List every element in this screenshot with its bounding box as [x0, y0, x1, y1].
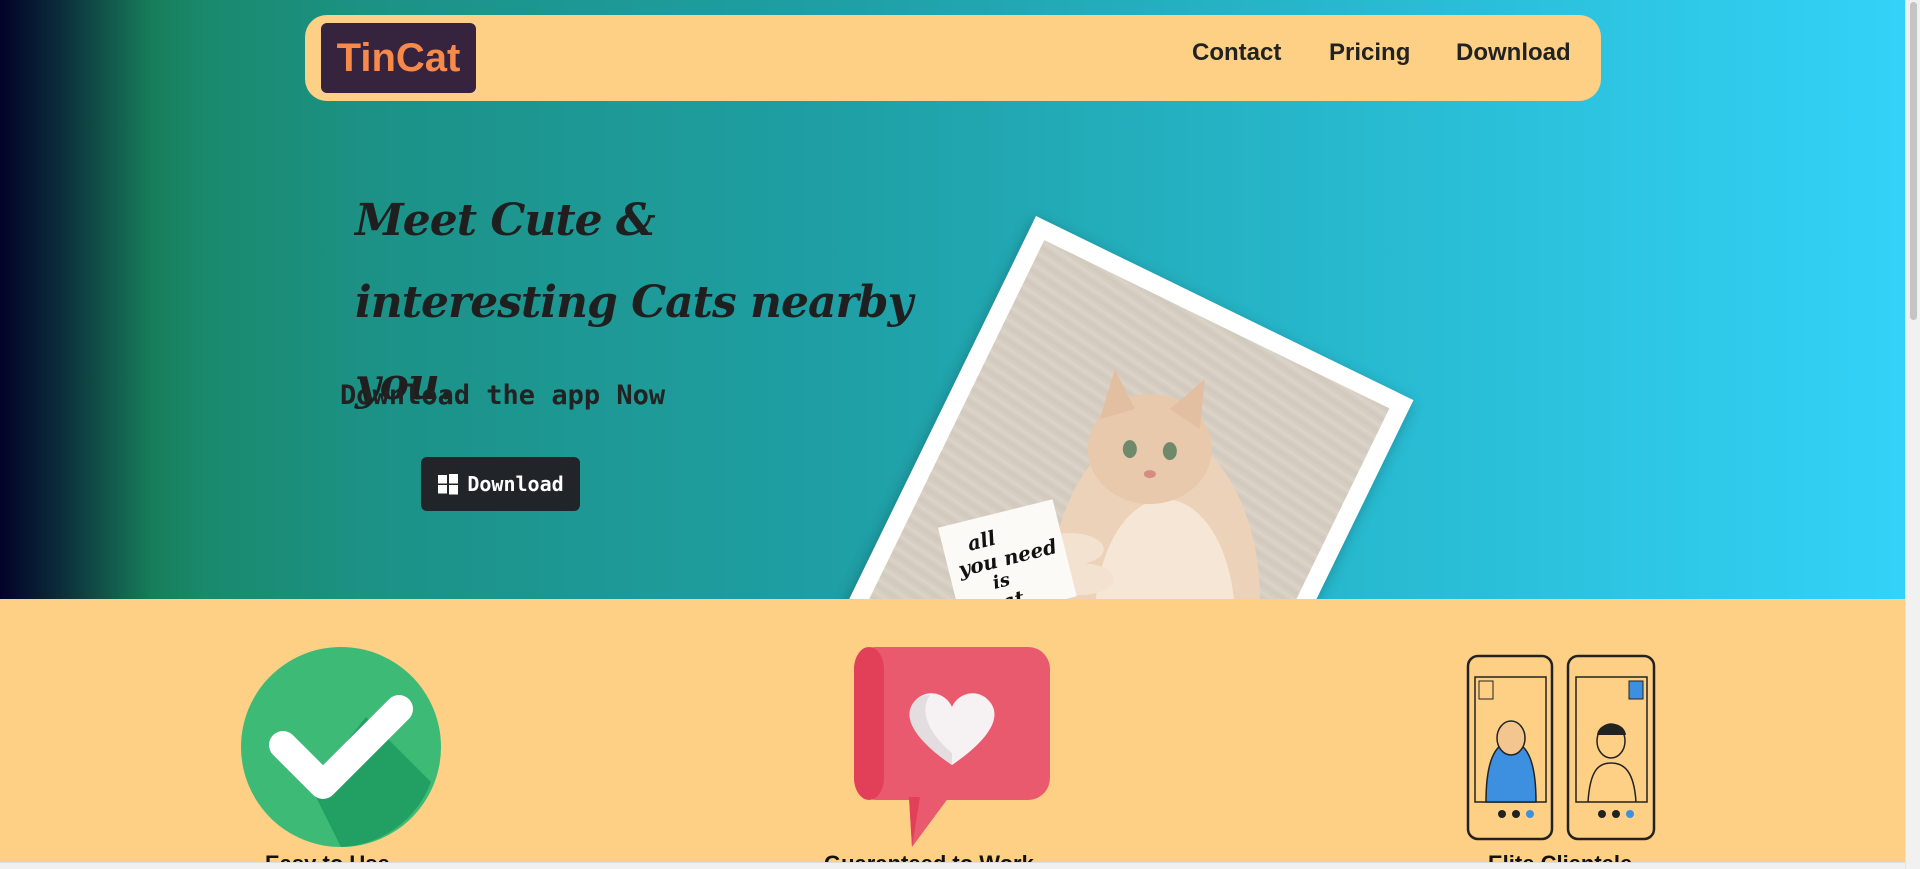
scrollbar-thumb[interactable] — [1910, 2, 1917, 320]
check-circle-icon — [241, 647, 441, 847]
heart-chat-icon — [854, 647, 1050, 847]
nav-download-link[interactable]: Download — [1456, 39, 1571, 67]
windows-icon — [438, 474, 459, 495]
cat-illustration: all you need is cat — [938, 369, 1260, 599]
navbar: TinCat Contact Pricing Download — [305, 15, 1601, 101]
nav-pricing-link[interactable]: Pricing — [1329, 39, 1410, 67]
video-call-phones-icon — [1466, 654, 1656, 841]
hero-subhead: Download the app Now — [340, 380, 666, 411]
cat-photo-image: all you need is cat — [836, 240, 1390, 599]
brand-logo[interactable]: TinCat — [321, 23, 476, 93]
hero-download-button[interactable]: Download — [421, 457, 580, 511]
horizontal-scrollbar[interactable] — [0, 862, 1905, 869]
hero-download-label: Download — [467, 472, 564, 496]
nav-contact-link[interactable]: Contact — [1192, 39, 1281, 67]
vertical-scrollbar[interactable] — [1905, 0, 1920, 869]
